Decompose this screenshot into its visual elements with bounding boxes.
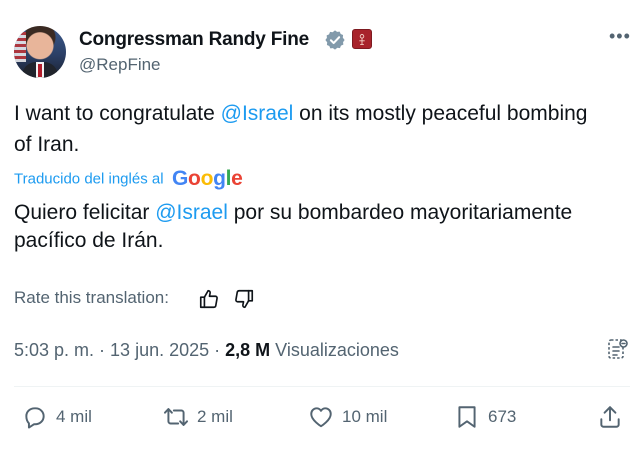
- meta-separator: ·: [94, 340, 111, 360]
- heart-icon: [310, 407, 332, 428]
- avatar[interactable]: [14, 26, 66, 78]
- meta-separator: ·: [209, 340, 226, 360]
- share-button[interactable]: [597, 404, 623, 430]
- author-handle[interactable]: @RepFine: [79, 55, 161, 75]
- reply-icon: [25, 407, 45, 429]
- translated-text: Quiero felicitar @Israel por su bombarde…: [14, 199, 624, 255]
- like-button[interactable]: 10 mil: [308, 404, 387, 430]
- mention-link[interactable]: @Israel: [221, 102, 294, 125]
- share-icon: [600, 406, 620, 428]
- more-options-icon[interactable]: •••: [609, 26, 631, 47]
- thumbs-up-icon[interactable]: [198, 288, 220, 310]
- translation-attribution: Traducido del inglés al Google: [14, 167, 243, 191]
- us-house-badge-icon[interactable]: [352, 29, 372, 49]
- reply-count: 4 mil: [56, 407, 92, 426]
- like-count: 10 mil: [342, 407, 388, 426]
- divider: [14, 386, 630, 387]
- repost-count: 2 mil: [197, 407, 233, 426]
- tweet-text-part: I want to congratulate: [14, 102, 221, 125]
- bookmark-icon: [458, 406, 476, 428]
- tweet-time[interactable]: 5:03 p. m.: [14, 340, 94, 360]
- avatar-tie: [38, 64, 42, 77]
- tweet-date[interactable]: 13 jun. 2025: [110, 340, 209, 360]
- repost-icon: [163, 408, 189, 426]
- verified-badge-icon[interactable]: [324, 29, 346, 51]
- tweet-text: I want to congratulate @Israel on its mo…: [14, 98, 604, 160]
- thumbs-down-icon[interactable]: [233, 288, 255, 310]
- translated-text-part: Quiero felicitar: [14, 201, 156, 224]
- translated-label[interactable]: Traducido del inglés al: [14, 171, 164, 188]
- google-logo: Google: [171, 167, 243, 190]
- author-name[interactable]: Congressman Randy Fine: [79, 29, 309, 51]
- avatar-flag: [14, 32, 26, 62]
- grok-analyze-icon[interactable]: [606, 337, 630, 361]
- bookmark-button[interactable]: 673: [454, 404, 516, 430]
- bookmark-count: 673: [488, 407, 517, 426]
- mention-link[interactable]: @Israel: [155, 201, 228, 224]
- views-count: 2,8 M: [225, 340, 271, 360]
- tweet-meta: 5:03 p. m. · 13 jun. 2025 · 2,8 M Visual…: [14, 340, 399, 361]
- rate-translation-label: Rate this translation:: [14, 288, 169, 307]
- views-label: Visualizaciones: [270, 340, 399, 360]
- repost-button[interactable]: 2 mil: [163, 404, 233, 430]
- reply-button[interactable]: 4 mil: [22, 404, 92, 430]
